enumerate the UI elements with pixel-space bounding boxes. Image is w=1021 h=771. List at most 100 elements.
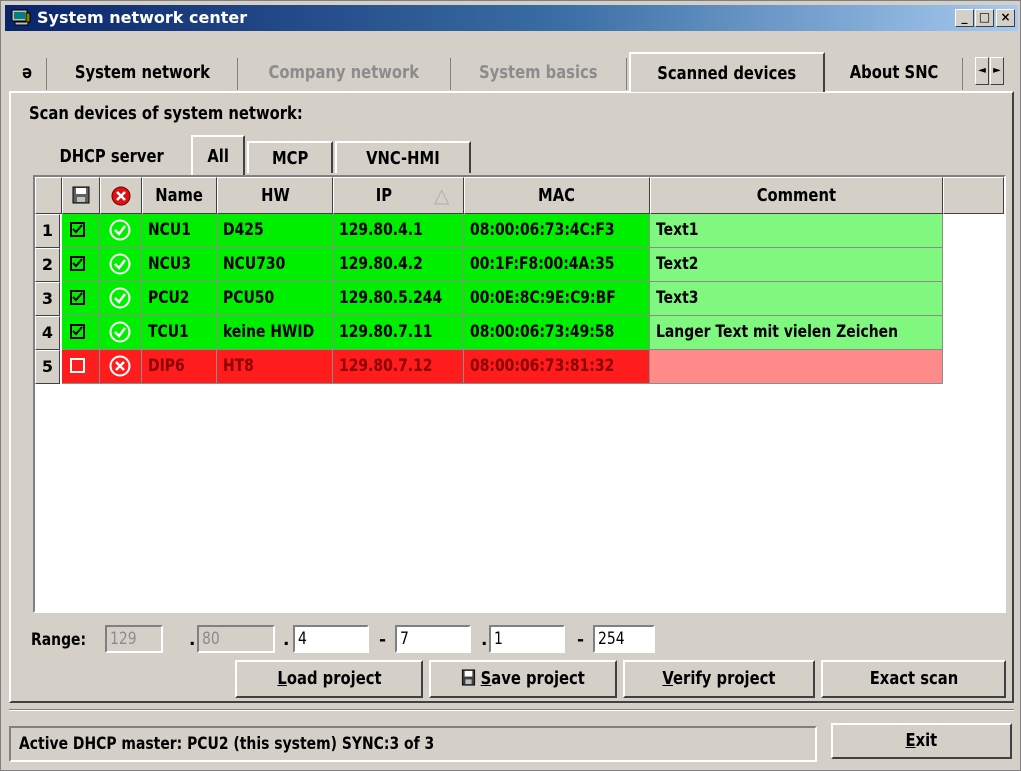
check-mark-icon xyxy=(72,224,83,234)
column-header-mac[interactable]: MAC xyxy=(464,177,650,214)
cell-hw-text: D425 xyxy=(223,220,264,240)
ok-check-circle-icon xyxy=(109,287,131,309)
tab-scroll-left-button[interactable]: ◄ xyxy=(975,57,989,85)
cell-comment[interactable]: Text3 xyxy=(650,282,943,316)
range-dash-2: - xyxy=(577,630,585,650)
row-checkbox[interactable] xyxy=(70,324,85,339)
tab-scanned-devices[interactable]: Scanned devices xyxy=(629,52,825,92)
column-header-hw[interactable]: HW xyxy=(217,177,333,214)
cell-mac-text: 08:00:06:73:49:58 xyxy=(470,322,615,342)
cell-name[interactable]: NCU1 xyxy=(142,214,217,248)
row-number[interactable]: 3 xyxy=(35,282,60,316)
save-column-header[interactable] xyxy=(62,177,100,214)
cell-name[interactable]: PCU2 xyxy=(142,282,217,316)
subtab-mcp[interactable]: MCP xyxy=(247,141,333,173)
cell-hw[interactable]: D425 xyxy=(217,214,333,248)
tab-system-basics[interactable]: System basics xyxy=(451,58,627,90)
cell-ip-text: 129.80.7.11 xyxy=(339,322,433,342)
range-octet4-to-input[interactable]: 254 xyxy=(593,625,655,653)
cell-hw-text: NCU730 xyxy=(223,254,286,274)
row-checkbox[interactable] xyxy=(70,222,85,237)
verify-project-button[interactable]: Verify project xyxy=(623,660,815,698)
row-checkbox[interactable] xyxy=(70,256,85,271)
cell-ip[interactable]: 129.80.4.2 xyxy=(333,248,464,282)
cell-hw[interactable]: PCU50 xyxy=(217,282,333,316)
tab-partial[interactable]: ə xyxy=(9,58,47,90)
cell-comment[interactable]: Langer Text mit vielen Zeichen xyxy=(650,316,943,350)
cell-mac[interactable]: 08:00:06:73:81:32 xyxy=(464,350,650,384)
column-header-ip[interactable]: IP △ xyxy=(333,177,464,214)
row-number[interactable]: 5 xyxy=(35,350,60,384)
tab-about-snc[interactable]: About SNC xyxy=(827,58,963,90)
check-mark-icon xyxy=(72,292,83,302)
cell-hw[interactable]: NCU730 xyxy=(217,248,333,282)
tab-system-network[interactable]: System network xyxy=(47,58,238,90)
tab-company-network[interactable]: Company network xyxy=(238,58,451,90)
row-select-cell[interactable] xyxy=(62,214,100,248)
row-checkbox[interactable] xyxy=(70,358,85,373)
range-octet3-to-input[interactable]: 7 xyxy=(395,625,471,653)
cell-comment-text: Langer Text mit vielen Zeichen xyxy=(656,322,899,342)
error-column-header[interactable] xyxy=(100,177,142,214)
range-dot-3: . xyxy=(481,630,488,650)
row-status-cell xyxy=(100,248,142,282)
row-status-cell xyxy=(100,214,142,248)
cell-ip[interactable]: 129.80.5.244 xyxy=(333,282,464,316)
column-header-filler xyxy=(943,177,1004,214)
range-octet4-from-input[interactable]: 1 xyxy=(489,625,565,653)
cell-ip[interactable]: 129.80.4.1 xyxy=(333,214,464,248)
cell-mac[interactable]: 08:00:06:73:49:58 xyxy=(464,316,650,350)
subtab-dhcp-server[interactable]: DHCP server xyxy=(37,141,187,173)
title-bar[interactable]: System network center _ □ × xyxy=(5,5,1018,31)
range-dot-1: . xyxy=(189,630,196,650)
range-octet3-from-input[interactable]: 4 xyxy=(293,625,369,653)
cell-mac[interactable]: 08:00:06:73:4C:F3 xyxy=(464,214,650,248)
cell-ip[interactable]: 129.80.7.12 xyxy=(333,350,464,384)
cell-comment[interactable] xyxy=(650,350,943,384)
cell-mac[interactable]: 00:0E:8C:9E:C9:BF xyxy=(464,282,650,316)
load-project-button[interactable]: Load project xyxy=(235,660,423,698)
exit-button[interactable]: Exit xyxy=(831,723,1012,759)
cell-hw-text: PCU50 xyxy=(223,288,275,308)
minimize-button[interactable]: _ xyxy=(955,9,974,27)
subtab-vnc-hmi[interactable]: VNC-HMI xyxy=(335,141,471,173)
row-checkbox[interactable] xyxy=(70,290,85,305)
column-header-name[interactable]: Name xyxy=(142,177,217,214)
exact-scan-button[interactable]: Exact scan xyxy=(821,660,1006,698)
cell-comment[interactable]: Text2 xyxy=(650,248,943,282)
ok-check-circle-icon xyxy=(109,219,131,241)
error-x-circle-icon xyxy=(109,355,131,377)
row-select-cell[interactable] xyxy=(62,282,100,316)
devices-table[interactable]: Name HW IP △ MAC Comment 1 NCU1 D425 129.80… xyxy=(33,175,1006,613)
cell-mac-text: 00:1F:F8:00:4A:35 xyxy=(470,254,615,274)
save-disk-icon xyxy=(72,186,90,204)
cell-name-text: TCU1 xyxy=(148,322,189,342)
row-number[interactable]: 4 xyxy=(35,316,60,350)
tab-scroll-right-button[interactable]: ► xyxy=(990,57,1004,85)
row-number[interactable]: 1 xyxy=(35,214,60,248)
cell-name[interactable]: DIP6 xyxy=(142,350,217,384)
cell-ip[interactable]: 129.80.7.11 xyxy=(333,316,464,350)
row-select-cell[interactable] xyxy=(62,316,100,350)
cell-hw[interactable]: keine HWID xyxy=(217,316,333,350)
subtab-all[interactable]: All xyxy=(191,135,245,175)
save-project-button[interactable]: Save project xyxy=(429,660,617,698)
cell-name[interactable]: NCU3 xyxy=(142,248,217,282)
cell-name[interactable]: TCU1 xyxy=(142,316,217,350)
row-status-cell xyxy=(100,316,142,350)
close-button[interactable]: × xyxy=(996,9,1015,27)
row-number[interactable]: 2 xyxy=(35,248,60,282)
cell-mac[interactable]: 00:1F:F8:00:4A:35 xyxy=(464,248,650,282)
check-mark-icon xyxy=(72,326,83,336)
row-select-cell[interactable] xyxy=(62,350,100,384)
cell-comment[interactable]: Text1 xyxy=(650,214,943,248)
maximize-button[interactable]: □ xyxy=(975,9,994,27)
column-header-comment[interactable]: Comment xyxy=(650,177,943,214)
row-select-cell[interactable] xyxy=(62,248,100,282)
cell-comment-text: Text1 xyxy=(656,220,699,240)
cell-name-text: PCU2 xyxy=(148,288,190,308)
cell-hw[interactable]: HT8 xyxy=(217,350,333,384)
cell-mac-text: 00:0E:8C:9E:C9:BF xyxy=(470,288,616,308)
cell-ip-text: 129.80.4.1 xyxy=(339,220,423,240)
cell-ip-text: 129.80.4.2 xyxy=(339,254,423,274)
